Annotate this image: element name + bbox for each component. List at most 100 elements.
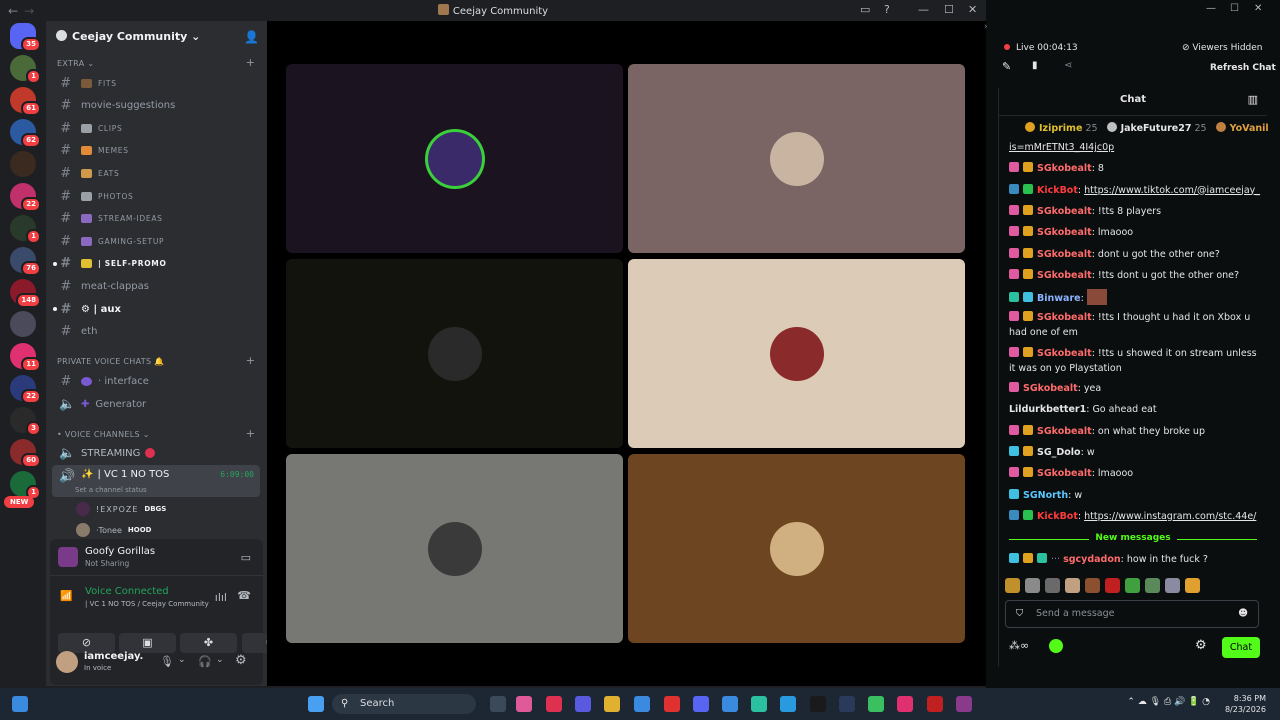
participant-tile[interactable] [628,64,965,253]
emote-icon[interactable] [1165,578,1180,593]
emoji-icon[interactable]: ☻ [1238,601,1248,627]
channel-item[interactable]: # MEMES [52,141,260,161]
minimize-button[interactable]: — [1206,3,1216,14]
invite-icon[interactable]: 👤 [244,30,259,44]
emote-icon[interactable] [1145,578,1160,593]
chat-username[interactable]: SGkobealt [1037,312,1092,323]
camera-off-button[interactable]: ⊘ [58,633,115,653]
taskbar-app-icon[interactable] [839,696,855,712]
taskbar-app-icon[interactable] [780,696,796,712]
taskbar-app-icon[interactable] [927,696,943,712]
refresh-chat-button[interactable]: Refresh Chat [1210,63,1276,73]
server-icon[interactable]: 76 [10,247,41,276]
channel-item[interactable]: # | SELF-PROMO [52,254,260,274]
chat-username[interactable]: SGkobealt [1037,426,1092,437]
server-icon[interactable]: 148 [10,279,41,308]
server-icon[interactable]: 61 [10,87,41,116]
taskbar-app-icon[interactable] [868,696,884,712]
viewers-hidden[interactable]: ⊘ Viewers Hidden [1182,43,1263,53]
taskbar-app-icon[interactable] [490,696,506,712]
taskbar-app-icon[interactable] [693,696,709,712]
server-icon[interactable]: 1 [10,55,41,84]
chat-username[interactable]: SGkobealt [1037,163,1092,174]
leaderboard-icon[interactable]: ▥ [1248,93,1258,106]
participant-tile[interactable] [628,454,965,643]
user-avatar[interactable] [56,651,78,673]
channel-status[interactable]: Set a channel status [75,486,147,494]
emote-icon[interactable] [1005,578,1020,593]
chevron-down-icon[interactable]: ⌄ [178,655,186,665]
disconnect-icon[interactable]: ☎ [237,589,251,602]
maximize-button[interactable]: ☐ [944,3,954,16]
inbox-icon[interactable]: ▭ [860,3,870,16]
category-extra[interactable]: EXTRA ⌄ [57,59,94,68]
gear-icon[interactable]: ⚙ [1195,638,1207,653]
server-icon[interactable]: 22 [10,183,41,212]
close-button[interactable]: ✕ [1254,3,1262,14]
chat-username[interactable]: Binware [1037,293,1081,304]
clip-icon[interactable]: ▮ [1032,60,1038,71]
share-icon[interactable]: ⋖ [1064,60,1072,71]
chat-username[interactable]: KickBot [1037,185,1078,196]
channel-item[interactable]: # GAMING-SETUP [52,231,260,251]
participant-tile[interactable] [628,259,965,448]
activities-button[interactable]: ✤ [180,633,237,653]
channel-item[interactable]: # ⚙ | aux [52,299,260,319]
new-badge[interactable]: NEW [4,496,35,508]
channel-vc1[interactable]: 🔊 ✨ | VC 1 NO TOS 6:09:00 Set a channel stat… [52,465,260,497]
taskbar-app-icon[interactable] [664,696,680,712]
chat-username[interactable]: SGkobealt [1037,206,1092,217]
server-icon[interactable]: 60 [10,439,41,468]
voice-connected-label[interactable]: Voice Connected [85,586,169,597]
voice-user-expoze[interactable]: !EXPOZE DBGS [76,502,166,516]
chat-link[interactable]: https://www.instagram.com/stc.44e/ [1084,511,1256,522]
channel-item[interactable]: # PHOTOS [52,186,260,206]
maximize-button[interactable]: ☐ [1230,3,1239,14]
channel-interface[interactable]: # · interface [52,371,260,391]
server-icon[interactable]: 22 [10,375,41,404]
screen-share-button[interactable]: ▣ [119,633,176,653]
chat-link[interactable]: https://www.tiktok.com/@iamceejay_ [1084,185,1260,196]
gifter-name[interactable]: Iziprime [1039,123,1082,134]
system-tray[interactable]: ⌃ ☁ 🎙 ⎙ 🔊 🔋 ◔ [1127,697,1210,707]
channel-generator[interactable]: 🔈 ✚ Generator [52,394,260,414]
chat-username[interactable]: SGkobealt [1037,249,1092,260]
chat-username[interactable]: SGkobealt [1037,468,1092,479]
server-icon[interactable]: 35 [10,23,41,52]
chat-username[interactable]: Lildurkbetter1 [1009,404,1086,415]
emote-icon[interactable] [1085,578,1100,593]
headphones-icon[interactable]: 🎧 [198,655,212,668]
emote-icon[interactable] [1065,578,1080,593]
gear-icon[interactable]: ⚙ [235,653,247,668]
chat-link[interactable]: is=mMrETNt3_4I4jc0p [1009,142,1114,153]
server-icon[interactable]: 62 [10,119,41,148]
server-icon[interactable] [10,151,36,177]
channel-item[interactable]: # CLIPS [52,118,260,138]
close-button[interactable]: ✕ [968,3,977,16]
emote-icon[interactable] [1185,578,1200,593]
chat-send-button[interactable]: Chat [1222,637,1260,658]
taskbar-app-icon[interactable] [722,696,738,712]
chat-username[interactable]: KickBot [1037,511,1078,522]
taskbar-app-icon[interactable] [956,696,972,712]
taskbar-app-icon[interactable] [810,696,826,712]
category-private[interactable]: PRIVATE VOICE CHATS 🔔 [57,357,164,366]
help-icon[interactable]: ? [884,3,890,16]
chevron-down-icon[interactable]: ⌄ [216,655,224,665]
taskbar-app-icon[interactable] [604,696,620,712]
taskbar-app-icon[interactable] [546,696,562,712]
channel-item[interactable]: # meat-clappas [52,276,260,296]
widgets-icon[interactable] [12,696,28,712]
voice-user-tonee[interactable]: ·Tonee HOOD [76,523,151,537]
noise-suppression-icon[interactable]: ılıl [215,591,227,604]
participant-tile[interactable] [286,259,623,448]
channel-streaming[interactable]: 🔈 STREAMING [52,443,260,463]
edit-icon[interactable]: ✎ [1002,60,1011,73]
microphone-icon[interactable]: 🎙 [160,655,174,668]
channel-item[interactable]: # STREAM-IDEAS [52,209,260,229]
server-icon[interactable]: 1 [10,215,41,244]
community-icon[interactable]: ⁂∞ [1009,639,1029,652]
channel-item[interactable]: # EATS [52,163,260,183]
taskbar-app-icon[interactable] [575,696,591,712]
gifter-name[interactable]: YoVanil [1230,123,1269,134]
